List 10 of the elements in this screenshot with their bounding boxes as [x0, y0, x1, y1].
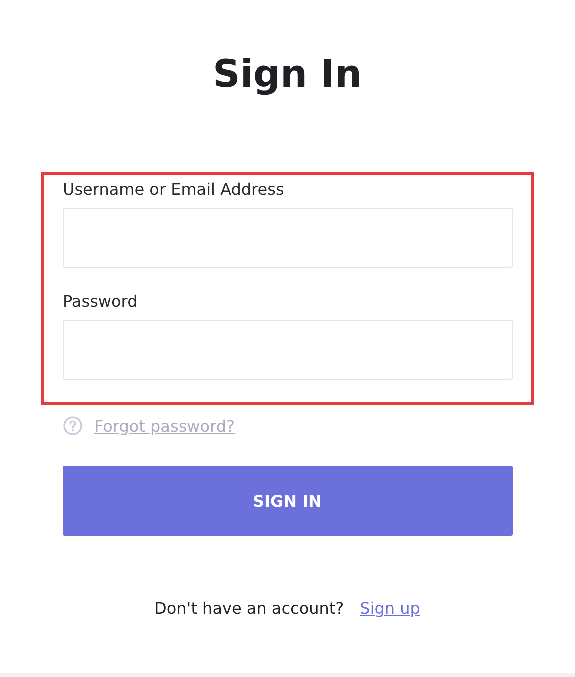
- input-field[interactable]: [63, 208, 513, 268]
- field-label: Username or Email Address: [63, 179, 286, 201]
- forgot-password-link[interactable]: Forgot password?: [94, 416, 235, 436]
- sign-in-button[interactable]: SIGN IN: [62, 466, 512, 536]
- input-field[interactable]: [63, 320, 513, 380]
- field-label: Password: [63, 291, 139, 313]
- account-prompt: Don't have an account?: [154, 599, 344, 618]
- help-icon: [62, 416, 82, 436]
- page-title: Sign In: [212, 51, 362, 98]
- sign-up-link[interactable]: Sign up: [360, 599, 420, 618]
